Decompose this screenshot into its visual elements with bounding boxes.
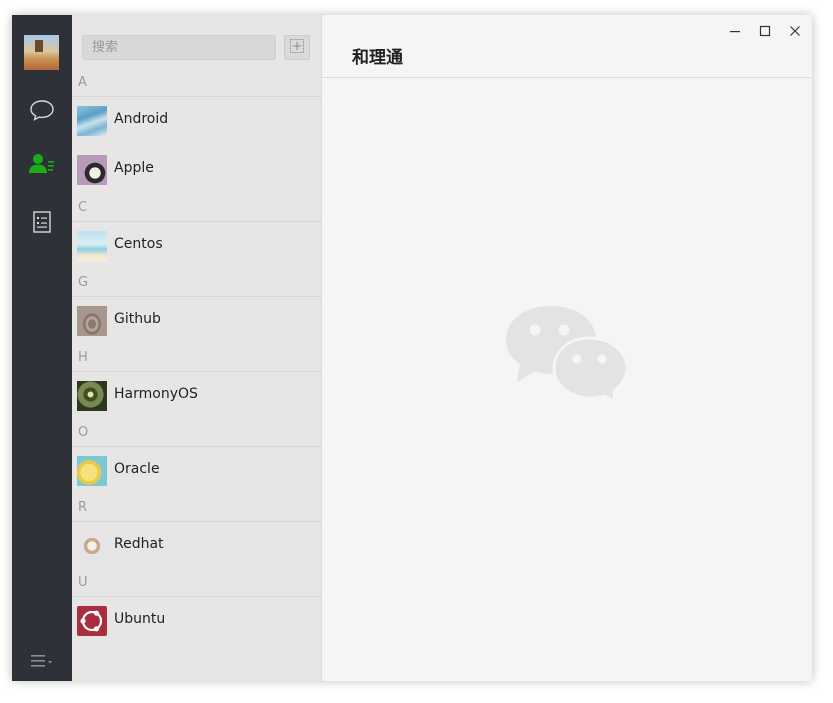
group-letter: H bbox=[78, 350, 88, 365]
contact-name: Apple bbox=[114, 160, 154, 176]
contact-avatar bbox=[77, 381, 107, 411]
contact-name: Redhat bbox=[114, 536, 164, 552]
minimize-icon bbox=[729, 22, 741, 41]
contact-name: Oracle bbox=[114, 461, 160, 477]
contact-name: Ubuntu bbox=[114, 611, 166, 627]
contact-avatar bbox=[77, 155, 107, 185]
group-letter: G bbox=[78, 275, 89, 290]
contact-name: Android bbox=[114, 111, 169, 127]
app-window: 搜索 A Android Apple C Centos G Github H H… bbox=[12, 15, 812, 681]
close-icon bbox=[789, 22, 801, 41]
chat-nav-button[interactable] bbox=[27, 95, 57, 125]
contacts-nav-button[interactable] bbox=[27, 149, 57, 179]
contact-avatar bbox=[77, 231, 107, 261]
search-input[interactable]: 搜索 bbox=[82, 35, 276, 60]
chat-bubble-icon bbox=[29, 98, 55, 122]
contact-item-oracle[interactable]: Oracle bbox=[72, 446, 321, 496]
contacts-icon bbox=[28, 152, 56, 176]
contact-avatar bbox=[77, 106, 107, 136]
group-letter: A bbox=[78, 75, 87, 90]
group-letter: C bbox=[78, 200, 88, 215]
contact-avatar bbox=[77, 531, 107, 561]
close-button[interactable] bbox=[787, 23, 803, 39]
group-letter: R bbox=[78, 500, 88, 515]
user-avatar[interactable] bbox=[24, 35, 59, 70]
contact-item-apple[interactable]: Apple bbox=[72, 146, 321, 196]
contact-name: Github bbox=[114, 311, 161, 327]
menu-button[interactable] bbox=[27, 646, 57, 676]
maximize-button[interactable] bbox=[757, 23, 773, 39]
notes-icon bbox=[31, 210, 53, 234]
contact-avatar bbox=[77, 456, 107, 486]
minimize-button[interactable] bbox=[727, 23, 743, 39]
contact-item-github[interactable]: Github bbox=[72, 296, 321, 346]
contact-item-centos[interactable]: Centos bbox=[72, 221, 321, 271]
plus-icon bbox=[289, 38, 305, 58]
contact-item-android[interactable]: Android bbox=[72, 96, 321, 146]
wechat-placeholder-icon bbox=[505, 305, 630, 409]
notes-nav-button[interactable] bbox=[27, 207, 57, 237]
add-contact-button[interactable] bbox=[284, 35, 310, 60]
header-divider bbox=[322, 77, 812, 78]
ubuntu-logo bbox=[77, 606, 107, 636]
group-letter: O bbox=[78, 425, 89, 440]
contact-item-ubuntu[interactable]: Ubuntu bbox=[72, 596, 321, 646]
page-title: 和理通 bbox=[352, 48, 403, 68]
contact-avatar bbox=[77, 306, 107, 336]
contact-item-redhat[interactable]: Redhat bbox=[72, 521, 321, 571]
nav-rail bbox=[12, 15, 72, 681]
search-placeholder: 搜索 bbox=[92, 40, 119, 55]
contact-name: Centos bbox=[114, 236, 163, 252]
main-panel: 和理通 bbox=[322, 15, 812, 681]
hamburger-menu-icon bbox=[29, 653, 55, 669]
contact-item-harmonyos[interactable]: HarmonyOS bbox=[72, 371, 321, 421]
contacts-panel: 搜索 A Android Apple C Centos G Github H H… bbox=[72, 15, 322, 681]
group-letter: U bbox=[78, 575, 88, 590]
maximize-icon bbox=[759, 22, 771, 41]
contact-name: HarmonyOS bbox=[114, 386, 198, 402]
